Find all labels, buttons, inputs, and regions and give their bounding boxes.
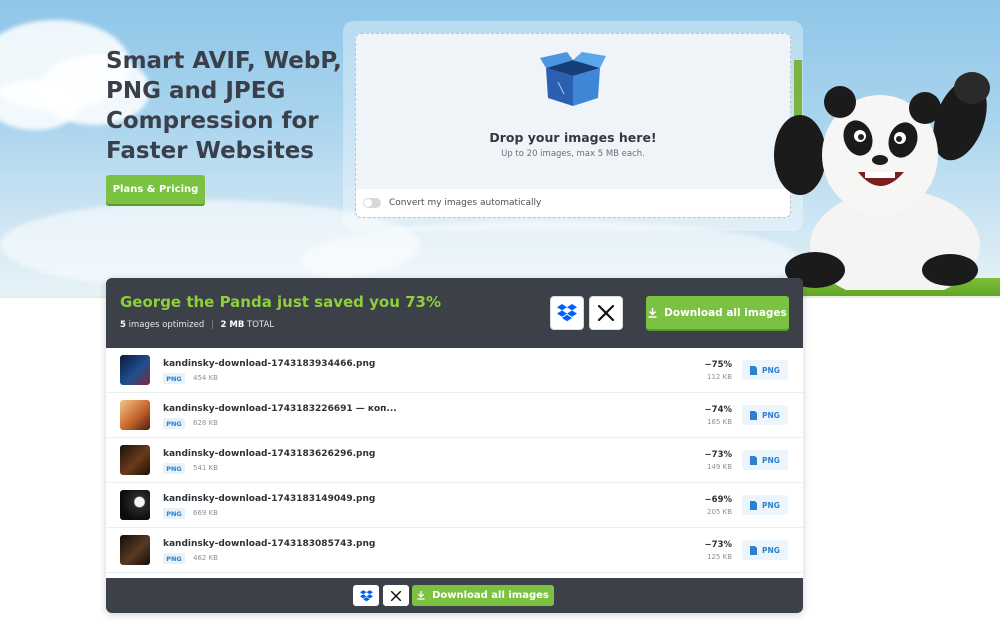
savings-percent: −73% (704, 540, 732, 550)
file-row: kandinsky-download-1743183934466.png PNG… (106, 348, 803, 393)
savings-summary: 5 images optimized | 2 MB TOTAL (120, 320, 274, 330)
download-file-button[interactable]: PNG (742, 405, 788, 425)
new-size: 112 KB (707, 373, 732, 381)
image-count: 5 (120, 320, 126, 330)
new-size: 125 KB (707, 553, 732, 561)
file-icon (750, 365, 758, 375)
file-thumbnail (120, 355, 150, 385)
dropbox-button[interactable] (550, 296, 584, 330)
original-size: 628 KB (193, 419, 218, 427)
total-label: TOTAL (247, 320, 275, 330)
download-file-label: PNG (762, 545, 780, 555)
download-file-button[interactable]: PNG (742, 450, 788, 470)
original-size: 669 KB (193, 509, 218, 517)
savings-title: George the Panda just saved you 73% (120, 293, 442, 311)
file-name: kandinsky-download-1743183626296.png (163, 449, 376, 459)
download-all-label: Download all images (432, 590, 549, 601)
x-icon (391, 590, 401, 601)
file-type-badge: PNG (163, 418, 185, 429)
download-all-button-footer[interactable]: Download all images (412, 585, 554, 606)
original-size: 462 KB (193, 554, 218, 562)
file-name: kandinsky-download-1743183934466.png (163, 359, 376, 369)
plans-pricing-button[interactable]: Plans & Pricing (106, 175, 205, 204)
new-size: 205 KB (707, 508, 732, 516)
download-file-button[interactable]: PNG (742, 495, 788, 515)
download-file-label: PNG (762, 410, 780, 420)
file-icon (750, 545, 758, 555)
file-type-badge: PNG (163, 553, 185, 564)
dropzone-footer: Convert my images automatically (356, 189, 790, 217)
download-file-button[interactable]: PNG (742, 540, 788, 560)
hero-headline: Smart AVIF, WebP, PNG and JPEG Compressi… (106, 48, 342, 164)
download-file-label: PNG (762, 455, 780, 465)
total-size: 2 MB (220, 320, 245, 330)
x-share-button[interactable] (589, 296, 623, 330)
file-type-badge: PNG (163, 373, 185, 384)
results-panel: George the Panda just saved you 73% 5 im… (106, 278, 803, 613)
savings-percent: −69% (704, 495, 732, 505)
panda-mascot-image (774, 60, 990, 290)
file-row: kandinsky-download-1743183626296.png PNG… (106, 438, 803, 483)
original-size: 541 KB (193, 464, 218, 472)
summary-divider: | (210, 320, 214, 330)
dropbox-icon (557, 304, 577, 322)
file-type-badge: PNG (163, 508, 185, 519)
original-size: 454 KB (193, 374, 218, 382)
file-type-badge: PNG (163, 463, 185, 474)
download-all-button[interactable]: Download all images (646, 296, 789, 329)
file-name: kandinsky-download-1743183149049.png (163, 494, 376, 504)
results-footer: Download all images (106, 578, 803, 613)
dropbox-button-footer[interactable] (353, 585, 379, 606)
auto-convert-toggle[interactable] (363, 198, 381, 208)
file-row: kandinsky-download-1743183149049.png PNG… (106, 483, 803, 528)
download-all-label: Download all images (664, 306, 787, 319)
download-icon (417, 591, 425, 600)
file-name: kandinsky-download-1743183085743.png (163, 539, 376, 549)
download-file-label: PNG (762, 365, 780, 375)
dropzone-title: Drop your images here! (489, 130, 657, 145)
file-thumbnail (120, 445, 150, 475)
x-share-button-footer[interactable] (383, 585, 409, 606)
savings-percent: −73% (704, 450, 732, 460)
results-header: George the Panda just saved you 73% 5 im… (106, 278, 803, 348)
new-size: 165 KB (707, 418, 732, 426)
auto-convert-label: Convert my images automatically (389, 198, 542, 208)
file-icon (750, 455, 758, 465)
file-name: kandinsky-download-1743183226691 — коп..… (163, 404, 397, 414)
download-file-label: PNG (762, 500, 780, 510)
image-count-label: images optimized (128, 320, 205, 330)
dropbox-icon (359, 589, 373, 601)
file-list: kandinsky-download-1743183934466.png PNG… (106, 348, 803, 573)
file-row: kandinsky-download-1743183085743.png PNG… (106, 528, 803, 573)
file-icon (750, 500, 758, 510)
dropzone-subtitle: Up to 20 images, max 5 MB each. (501, 149, 645, 159)
file-thumbnail (120, 490, 150, 520)
download-icon (648, 307, 657, 318)
new-size: 149 KB (707, 463, 732, 471)
box-icon (540, 52, 606, 106)
file-row: kandinsky-download-1743183226691 — коп..… (106, 393, 803, 438)
savings-percent: −75% (704, 360, 732, 370)
file-thumbnail (120, 535, 150, 565)
download-file-button[interactable]: PNG (742, 360, 788, 380)
savings-percent: −74% (704, 405, 732, 415)
file-icon (750, 410, 758, 420)
file-thumbnail (120, 400, 150, 430)
x-icon (598, 305, 614, 321)
